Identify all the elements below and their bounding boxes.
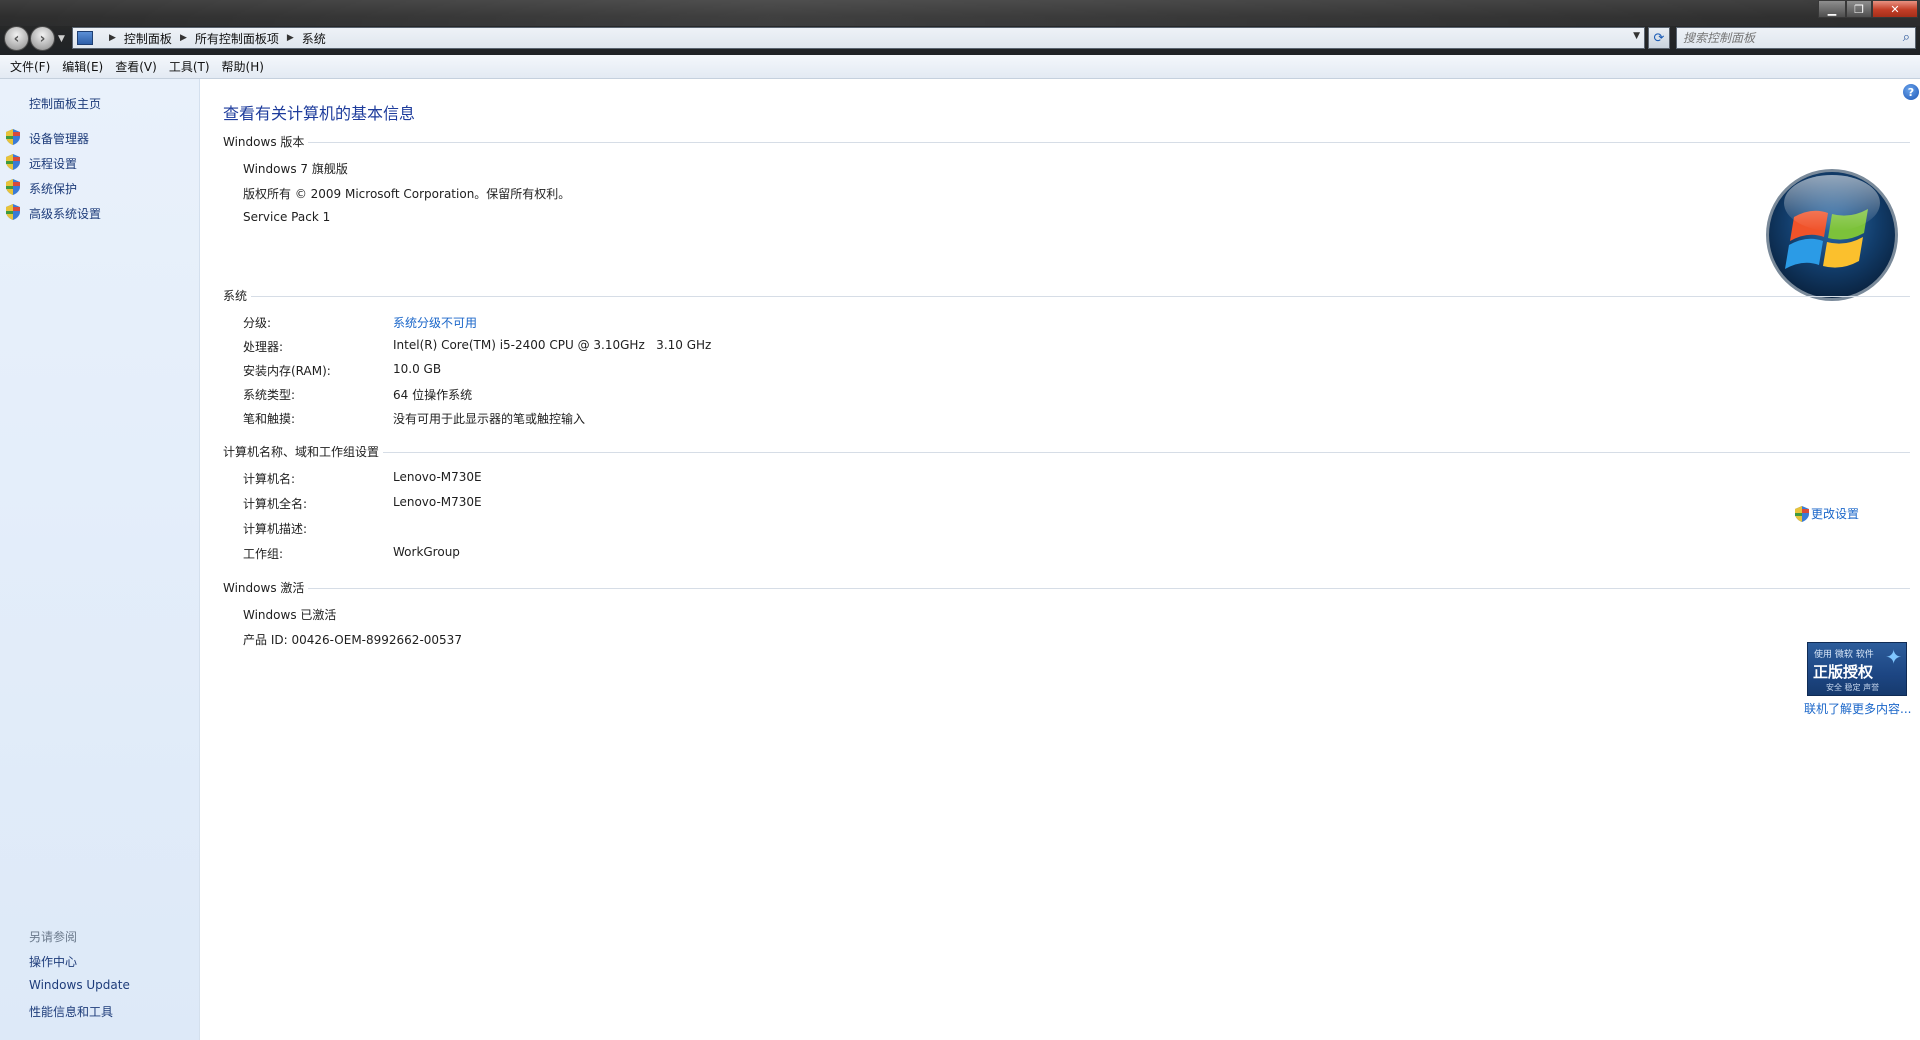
ram-value: 10.0 GB: [393, 362, 442, 376]
title-bar: ‹ › ▼ ▶ 控制面板 ▶ 所有控制面板项 ▶ 系统 ▼ ⟳ ⌕ ▁ ❐ ✕: [0, 0, 1920, 55]
task-pane: 控制面板主页 设备管理器 远程设置 系统保护 高级系统设置 另请参阅 操作中心 …: [0, 79, 200, 1040]
system-type-label: 系统类型:: [243, 388, 296, 402]
section-activation: Windows 激活: [223, 579, 1910, 595]
forward-arrow-icon: ›: [39, 30, 46, 47]
forward-button[interactable]: ›: [30, 26, 55, 51]
genuine-software-badge[interactable]: 使用 微软 软件 ✦ 正版授权 安全 稳定 声誉: [1807, 642, 1907, 696]
learn-more-online-link[interactable]: 联机了解更多内容...: [1804, 700, 1911, 717]
description-label: 计算机描述:: [243, 522, 308, 536]
close-icon: ✕: [1890, 2, 1900, 16]
service-pack: Service Pack 1: [243, 210, 331, 224]
section-heading: 系统: [223, 289, 252, 303]
divider: [223, 588, 1910, 589]
computer-name-label: 计算机名:: [243, 472, 296, 486]
menu-tools[interactable]: 工具(T): [163, 58, 216, 75]
chevron-right-icon[interactable]: ▶: [180, 33, 187, 43]
uac-shield-icon: [6, 204, 20, 220]
workgroup-label: 工作组:: [243, 547, 284, 561]
chevron-right-icon[interactable]: ▶: [109, 33, 116, 43]
refresh-icon: ⟳: [1653, 30, 1665, 46]
restore-icon: ❐: [1854, 2, 1864, 16]
badge-top-text: 使用 微软 软件: [1814, 650, 1874, 660]
see-also-heading: 另请参阅: [29, 930, 78, 944]
ram-label: 安装内存(RAM):: [243, 364, 331, 378]
section-heading: Windows 激活: [223, 581, 309, 595]
uac-shield-icon: [1795, 505, 1809, 522]
product-id: 产品 ID: 00426-OEM-8992662-00537: [243, 633, 462, 647]
divider: [223, 296, 1910, 297]
maximize-button[interactable]: ❐: [1846, 0, 1872, 18]
chevron-right-icon[interactable]: ▶: [287, 33, 294, 43]
back-arrow-icon: ‹: [13, 30, 20, 47]
menu-edit[interactable]: 编辑(E): [56, 58, 109, 75]
control-panel-icon: [77, 31, 93, 45]
full-name-value: Lenovo-M730E: [393, 495, 482, 509]
minimize-icon: ▁: [1827, 2, 1837, 16]
menu-bar: 文件(F) 编辑(E) 查看(V) 工具(T) 帮助(H): [0, 55, 1920, 79]
system-type-value: 64 位操作系统: [393, 388, 473, 402]
star-icon: ✦: [1885, 645, 1902, 669]
pen-touch-label: 笔和触摸:: [243, 412, 296, 426]
uac-shield-icon: [6, 179, 20, 195]
system-protection-link[interactable]: 系统保护: [29, 180, 77, 197]
menu-help[interactable]: 帮助(H): [216, 58, 270, 75]
copyright-text: 版权所有 © 2009 Microsoft Corporation。保留所有权利…: [243, 187, 571, 201]
breadcrumb-control-panel[interactable]: 控制面板: [124, 30, 172, 47]
refresh-button[interactable]: ⟳: [1648, 27, 1670, 49]
performance-tools-link[interactable]: 性能信息和工具: [29, 1003, 113, 1020]
breadcrumb-system[interactable]: 系统: [302, 30, 326, 47]
help-icon[interactable]: ?: [1903, 84, 1919, 100]
menu-file[interactable]: 文件(F): [4, 58, 56, 75]
advanced-system-settings-link[interactable]: 高级系统设置: [29, 205, 101, 222]
badge-bottom-text: 安全 稳定 声誉: [1826, 683, 1880, 692]
device-manager-link[interactable]: 设备管理器: [29, 130, 89, 147]
section-heading: 计算机名称、域和工作组设置: [223, 445, 384, 459]
windows-update-link[interactable]: Windows Update: [29, 978, 130, 992]
recent-pages-dropdown-icon[interactable]: ▼: [58, 34, 65, 44]
breadcrumb-all-items[interactable]: 所有控制面板项: [195, 30, 279, 47]
menu-view[interactable]: 查看(V): [109, 58, 163, 75]
section-windows-edition: Windows 版本: [223, 133, 1910, 149]
back-button[interactable]: ‹: [4, 26, 29, 51]
address-bar[interactable]: ▶ 控制面板 ▶ 所有控制面板项 ▶ 系统 ▼: [72, 27, 1645, 49]
full-name-label: 计算机全名:: [243, 497, 308, 511]
rating-link[interactable]: 系统分级不可用: [393, 314, 477, 331]
badge-main-text: 正版授权: [1813, 663, 1874, 681]
section-heading: Windows 版本: [223, 135, 309, 149]
search-icon[interactable]: ⌕: [1903, 30, 1910, 45]
edition-name: Windows 7 旗舰版: [243, 162, 348, 176]
rating-label: 分级:: [243, 316, 272, 330]
divider: [223, 452, 1910, 453]
control-panel-home-link[interactable]: 控制面板主页: [29, 95, 101, 112]
activation-status: Windows 已激活: [243, 608, 337, 622]
section-computer-name: 计算机名称、域和工作组设置: [223, 443, 1910, 459]
remote-settings-link[interactable]: 远程设置: [29, 155, 77, 172]
computer-name-value: Lenovo-M730E: [393, 470, 482, 484]
main-content: 查看有关计算机的基本信息 ? Windows 版本 Windows 7 旗舰版 …: [201, 79, 1920, 1040]
change-settings-label[interactable]: 更改设置: [1811, 505, 1859, 522]
uac-shield-icon: [6, 154, 20, 170]
section-system: 系统: [223, 287, 1910, 303]
action-center-link[interactable]: 操作中心: [29, 953, 77, 970]
pen-touch-value: 没有可用于此显示器的笔或触控输入: [393, 412, 586, 426]
page-title: 查看有关计算机的基本信息: [223, 104, 416, 123]
uac-shield-icon: [6, 129, 20, 145]
address-dropdown-icon[interactable]: ▼: [1633, 31, 1640, 41]
processor-label: 处理器:: [243, 340, 284, 354]
workgroup-value: WorkGroup: [393, 545, 460, 559]
processor-value: Intel(R) Core(TM) i5-2400 CPU @ 3.10GHz …: [393, 338, 712, 352]
change-settings-link[interactable]: 更改设置: [1795, 505, 1859, 522]
minimize-button[interactable]: ▁: [1818, 0, 1846, 18]
close-button[interactable]: ✕: [1872, 0, 1918, 18]
windows-logo-icon: [1766, 169, 1898, 301]
divider: [223, 142, 1910, 143]
search-box[interactable]: ⌕: [1676, 27, 1916, 49]
search-input[interactable]: [1683, 31, 1883, 45]
